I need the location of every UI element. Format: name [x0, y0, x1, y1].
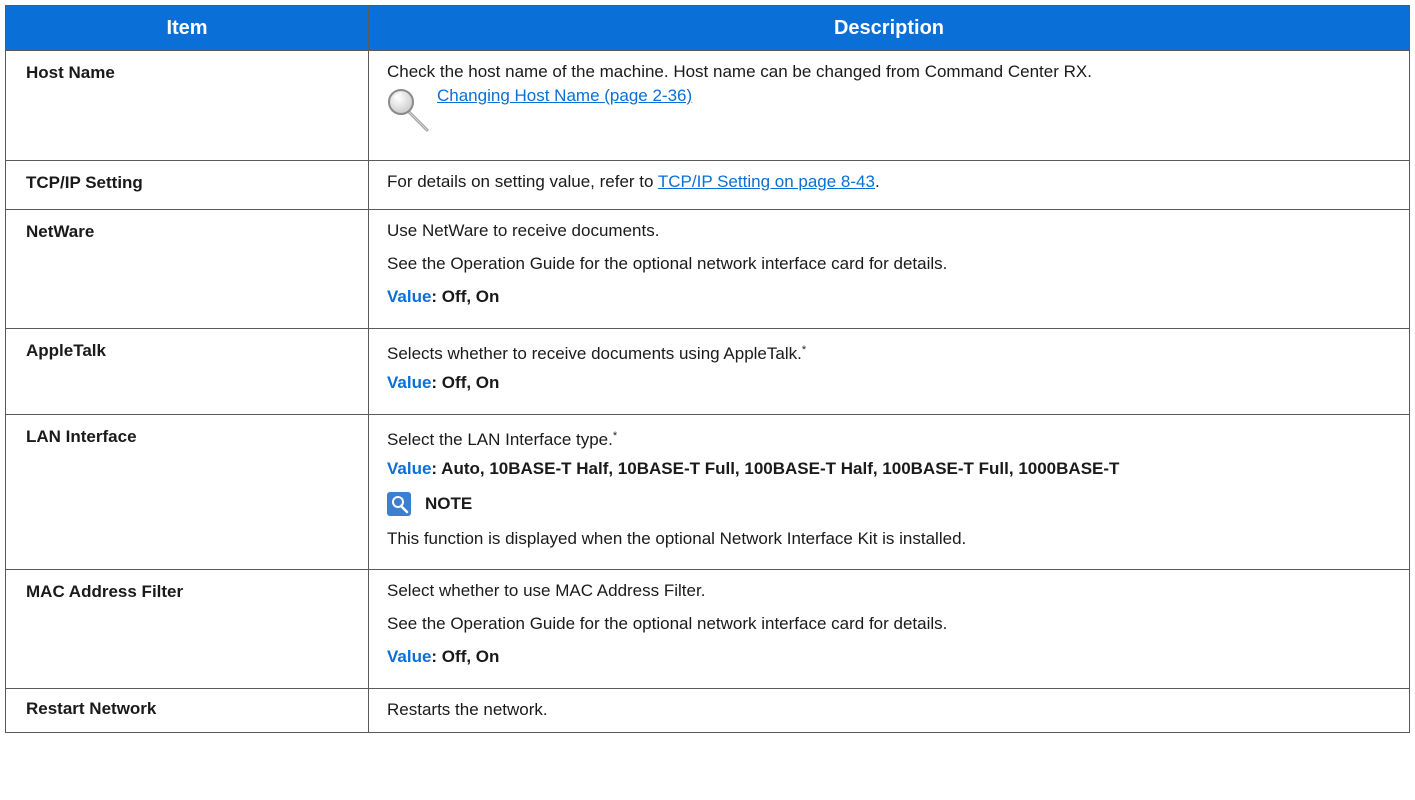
table-row-tcpip: TCP/IP Setting For details on setting va… — [5, 160, 1410, 210]
item-tcpip: TCP/IP Setting — [5, 160, 369, 210]
description-host-name: Check the host name of the machine. Host… — [368, 50, 1410, 161]
mac-value: Value: Off, On — [387, 646, 1409, 668]
mac-line2: See the Operation Guide for the optional… — [387, 614, 948, 633]
table-row-netware: NetWare Use NetWare to receive documents… — [5, 209, 1410, 329]
lan-text: Select the LAN Interface type. — [387, 430, 613, 449]
settings-table: Item Description Host Name Check the hos… — [5, 5, 1410, 733]
value-key: Value — [387, 647, 432, 666]
tcpip-text-after: . — [874, 172, 880, 191]
table-header-row: Item Description — [5, 5, 1410, 51]
description-mac-address-filter: Select whether to use MAC Address Filter… — [368, 569, 1410, 689]
lan-line1: Select the LAN Interface type.* — [387, 425, 1409, 449]
table-row-mac-address-filter: MAC Address Filter Select whether to use… — [5, 569, 1410, 689]
netware-value: Value: Off, On — [387, 286, 1409, 308]
description-netware: Use NetWare to receive documents. See th… — [368, 209, 1410, 329]
netware-line1: Use NetWare to receive documents. — [387, 221, 660, 240]
appletalk-value: Value: Off, On — [387, 372, 1409, 394]
table-row-restart-network: Restart Network Restarts the network. — [5, 688, 1410, 733]
description-appletalk: Selects whether to receive documents usi… — [368, 328, 1410, 415]
item-netware: NetWare — [5, 209, 369, 329]
note-header: NOTE — [387, 491, 1409, 517]
table-row-lan-interface: LAN Interface Select the LAN Interface t… — [5, 414, 1410, 570]
value-text: : Auto, 10BASE-T Half, 10BASE-T Full, 10… — [431, 459, 1120, 478]
appletalk-line1: Selects whether to receive documents usi… — [387, 339, 1409, 363]
item-lan-interface: LAN Interface — [5, 414, 369, 570]
item-mac-address-filter: MAC Address Filter — [5, 569, 369, 689]
host-name-reference: Changing Host Name (page 2-36) — [387, 86, 1409, 132]
item-host-name: Host Name — [5, 50, 369, 161]
tcpip-setting-link[interactable]: TCP/IP Setting on page 8-43 — [658, 172, 875, 191]
footnote-mark: * — [801, 344, 807, 356]
description-tcpip: For details on setting value, refer to T… — [368, 160, 1410, 210]
note-label: NOTE — [425, 494, 473, 513]
tcpip-text: For details on setting value, refer to T… — [387, 171, 1409, 193]
description-lan-interface: Select the LAN Interface type.* Value: A… — [368, 414, 1410, 570]
magnifier-icon — [388, 89, 429, 132]
restart-line1: Restarts the network. — [387, 700, 548, 719]
lan-value: Value: Auto, 10BASE-T Half, 10BASE-T Ful… — [387, 458, 1409, 480]
mac-line1: Select whether to use MAC Address Filter… — [387, 581, 706, 600]
header-description: Description — [368, 5, 1410, 51]
value-text: : Off, On — [431, 373, 500, 392]
value-text: : Off, On — [431, 287, 500, 306]
netware-line2: See the Operation Guide for the optional… — [387, 254, 948, 273]
value-key: Value — [387, 459, 432, 478]
header-item: Item — [5, 5, 369, 51]
note-text: This function is displayed when the opti… — [387, 529, 967, 548]
table-row-host-name: Host Name Check the host name of the mac… — [5, 50, 1410, 161]
tcpip-text-before: For details on setting value, refer to — [387, 172, 658, 191]
item-restart-network: Restart Network — [5, 688, 369, 733]
item-appletalk: AppleTalk — [5, 328, 369, 415]
appletalk-text: Selects whether to receive documents usi… — [387, 344, 802, 363]
table-row-appletalk: AppleTalk Selects whether to receive doc… — [5, 328, 1410, 415]
description-restart-network: Restarts the network. — [368, 688, 1410, 733]
note-icon — [387, 492, 411, 516]
value-text: : Off, On — [431, 647, 500, 666]
footnote-mark: * — [612, 430, 618, 442]
value-key: Value — [387, 287, 432, 306]
changing-host-name-link[interactable]: Changing Host Name (page 2-36) — [437, 86, 692, 106]
host-name-text: Check the host name of the machine. Host… — [387, 62, 1092, 81]
value-key: Value — [387, 373, 432, 392]
